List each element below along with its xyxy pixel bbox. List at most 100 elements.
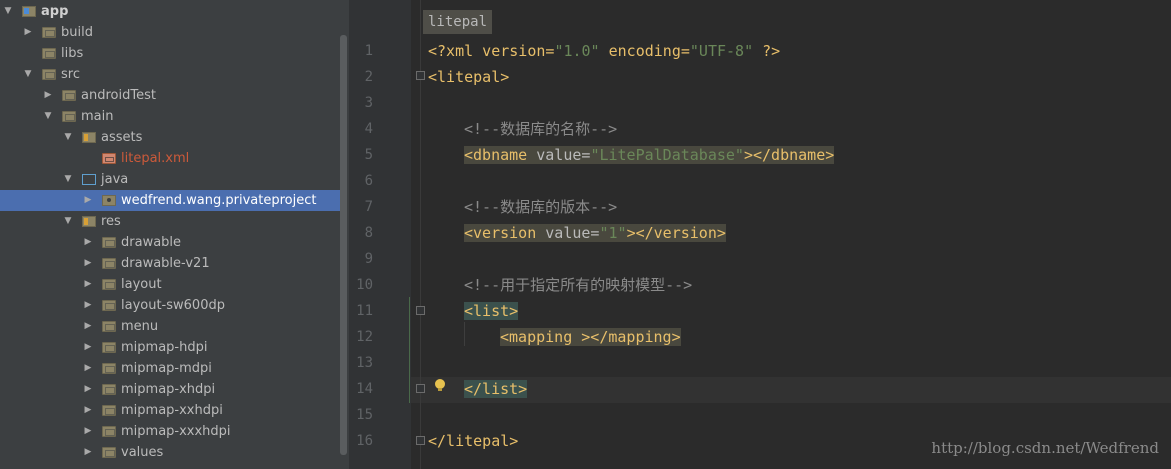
code-line-1[interactable]: <?xml version="1.0" encoding="UTF-8" ?> [428, 38, 780, 64]
folder-icon [62, 111, 76, 122]
tree-item-res[interactable]: ▼ res [0, 211, 340, 232]
watermark: http://blog.csdn.net/Wedfrend [931, 439, 1159, 457]
code-line-16[interactable]: </litepal> [428, 428, 518, 454]
tree-item-mipmap-xxxhdpi[interactable]: ▶ mipmap-xxxhdpi [0, 421, 340, 442]
fold-toggle-list[interactable] [416, 306, 425, 315]
folder-icon [102, 321, 116, 332]
chevron-right-icon[interactable]: ▶ [22, 22, 34, 43]
chevron-down-icon[interactable]: ▼ [62, 169, 74, 190]
tree-item-mipmap-mdpi[interactable]: ▶ mipmap-mdpi [0, 358, 340, 379]
chevron-right-icon[interactable]: ▶ [82, 337, 94, 358]
tree-item-main[interactable]: ▼ main [0, 106, 340, 127]
tree-item-androidtest[interactable]: ▶ androidTest [0, 85, 340, 106]
tree-item-label: mipmap-hdpi [121, 340, 208, 355]
chevron-right-icon[interactable]: ▶ [82, 190, 94, 211]
chevron-right-icon[interactable]: ▶ [82, 358, 94, 379]
folder-icon [102, 426, 116, 437]
folder-icon [42, 27, 56, 38]
code-editor[interactable]: 1 2 3 4 5 6 7 8 9 10 11 12 13 14 15 16 litepal <?xml ve… [349, 0, 1171, 469]
code-line-4[interactable]: <!--数据库的名称--> [464, 116, 617, 142]
chevron-right-icon[interactable]: ▶ [82, 379, 94, 400]
tree-item-mipmap-xxhdpi[interactable]: ▶ mipmap-xxhdpi [0, 400, 340, 421]
tag-mapping: <mapping ></mapping> [500, 328, 681, 346]
chevron-right-icon[interactable]: ▶ [82, 400, 94, 421]
tree-item-libs[interactable]: libs [0, 43, 340, 64]
chevron-down-icon[interactable]: ▼ [22, 64, 34, 85]
tree-item-litepal-xml[interactable]: litepal.xml [0, 148, 340, 169]
chevron-right-icon[interactable]: ▶ [82, 274, 94, 295]
tree-item-label: drawable [121, 235, 182, 250]
tree-item-label: drawable-v21 [121, 256, 210, 271]
code-line-14[interactable]: </list> [464, 376, 528, 402]
chevron-right-icon[interactable]: ▶ [82, 232, 94, 253]
tree-item-label: res [101, 214, 121, 229]
chevron-right-icon[interactable]: ▶ [82, 316, 94, 337]
tree-item-label: app [41, 4, 69, 19]
tree-item-layout-sw600dp[interactable]: ▶ layout-sw600dp [0, 295, 340, 316]
comment-dbname: <!--数据库的名称--> [464, 120, 618, 138]
tree-item-label: assets [101, 130, 143, 145]
tree-item-assets[interactable]: ▼ assets [0, 127, 340, 148]
folder-icon [102, 405, 116, 416]
fold-toggle-litepal-end[interactable] [416, 436, 425, 445]
folder-icon [102, 342, 116, 353]
tree-item-mipmap-hdpi[interactable]: ▶ mipmap-hdpi [0, 337, 340, 358]
tree-item-label: layout-sw600dp [121, 298, 225, 313]
line-number: 9 [364, 251, 373, 267]
code-line-2[interactable]: <litepal> [428, 64, 509, 90]
code-line-8[interactable]: <version value="1"></version> [464, 220, 726, 246]
chevron-right-icon[interactable]: ▶ [82, 442, 94, 463]
breadcrumb-litepal[interactable]: litepal [423, 10, 493, 34]
chevron-down-icon[interactable]: ▼ [2, 1, 14, 22]
code-line-11[interactable]: <list> [464, 298, 519, 324]
code-line-12[interactable]: <mapping ></mapping> [500, 324, 681, 350]
attr-dbname-value: value= [527, 146, 591, 164]
line-number: 4 [364, 121, 373, 137]
lightbulb-icon[interactable] [435, 379, 445, 391]
line-number: 3 [364, 95, 373, 111]
tree-item-build[interactable]: ▶ build [0, 22, 340, 43]
tree-item-label: wedfrend.wang.privateproject [121, 193, 317, 208]
line-number: 10 [356, 277, 373, 293]
tree-item-wedfrend-wang-privateproject[interactable]: ▶ wedfrend.wang.privateproject [0, 190, 340, 211]
code-line-10[interactable]: <!--用于指定所有的映射模型--> [464, 272, 692, 298]
project-tree-scrollbar[interactable] [340, 35, 347, 455]
indent-guide [464, 322, 465, 346]
chevron-right-icon[interactable]: ▶ [82, 253, 94, 274]
line-number: 7 [364, 199, 373, 215]
tree-item-mipmap-xhdpi[interactable]: ▶ mipmap-xhdpi [0, 379, 340, 400]
tree-item-layout[interactable]: ▶ layout [0, 274, 340, 295]
fold-toggle-litepal[interactable] [416, 71, 425, 80]
tag-version-open: <version [464, 224, 537, 242]
chevron-down-icon[interactable]: ▼ [62, 127, 74, 148]
tree-item-drawable[interactable]: ▶ drawable [0, 232, 340, 253]
tree-item-drawable-v21[interactable]: ▶ drawable-v21 [0, 253, 340, 274]
chevron-right-icon[interactable]: ▶ [82, 295, 94, 316]
chevron-down-icon[interactable]: ▼ [62, 211, 74, 232]
fold-toggle-list-end[interactable] [416, 384, 425, 393]
tree-item-label: androidTest [81, 88, 156, 103]
line-number: 6 [364, 173, 373, 189]
folder-icon [22, 6, 36, 17]
comment-version: <!--数据库的版本--> [464, 198, 618, 216]
code-line-7[interactable]: <!--数据库的版本--> [464, 194, 617, 220]
folder-icon [62, 90, 76, 101]
xml-version-value: "1.0" [554, 42, 600, 60]
line-number: 2 [364, 69, 373, 85]
project-tree[interactable]: ▼ app ▶ build libs ▼ src ▶ androidTest ▼ main ▼ asse… [0, 0, 349, 469]
attr-version-value: value= [536, 224, 600, 242]
chevron-right-icon[interactable]: ▶ [42, 85, 54, 106]
tree-item-java[interactable]: ▼ java [0, 169, 340, 190]
tree-item-values[interactable]: ▶ values [0, 442, 340, 463]
chevron-right-icon[interactable]: ▶ [82, 421, 94, 442]
tree-item-label: menu [121, 319, 159, 334]
tree-item-src[interactable]: ▼ src [0, 64, 340, 85]
tag-dbname-close: ></dbname> [743, 146, 835, 164]
xml-decl-close: ?> [753, 42, 781, 60]
tree-item-app[interactable]: ▼ app [0, 1, 340, 22]
code-line-5[interactable]: <dbname value="LitePalDatabase"></dbname… [464, 142, 835, 168]
folder-icon [102, 384, 116, 395]
chevron-down-icon[interactable]: ▼ [42, 106, 54, 127]
tree-item-menu[interactable]: ▶ menu [0, 316, 340, 337]
tree-item-label: values [121, 445, 164, 460]
